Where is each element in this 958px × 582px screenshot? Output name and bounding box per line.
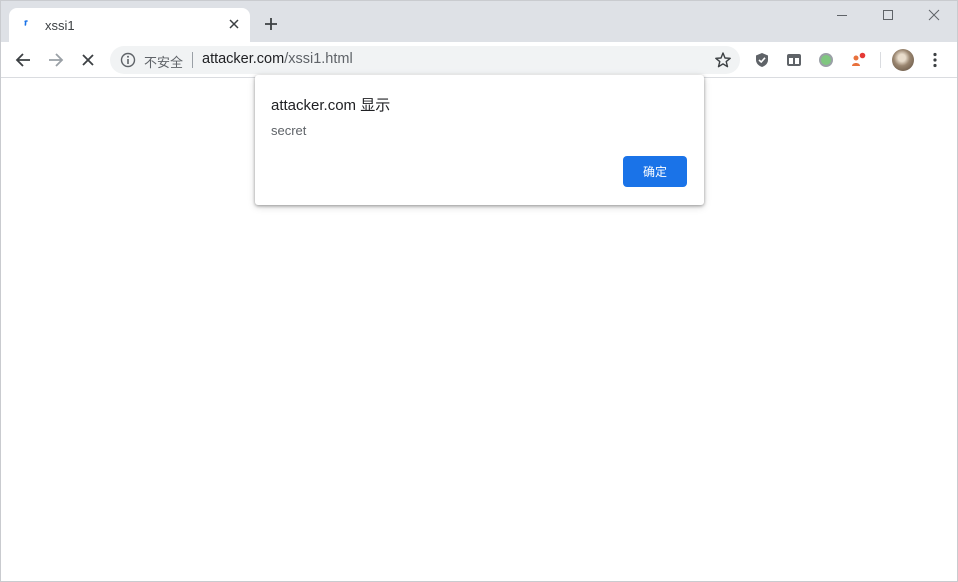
dialog-title: attacker.com 显示: [271, 97, 391, 114]
maximize-icon[interactable]: [865, 1, 911, 29]
tab-active[interactable]: xssi1: [9, 8, 250, 42]
url-path: /xssi1.html: [284, 51, 353, 67]
plus-icon: [265, 18, 277, 30]
more-menu-icon[interactable]: [926, 51, 944, 69]
url-host: attacker.com: [202, 51, 285, 67]
close-icon[interactable]: [911, 1, 957, 29]
omnibox-divider: [192, 52, 193, 68]
window-controls: [819, 1, 957, 31]
tab-strip: xssi1: [1, 1, 957, 42]
ok-button[interactable]: 确定: [623, 156, 687, 187]
stop-loading-button[interactable]: [76, 48, 100, 72]
url-text[interactable]: attacker.com/xssi1.html: [202, 51, 353, 67]
tab-close-icon[interactable]: [226, 16, 242, 32]
bookmark-star-icon[interactable]: [714, 51, 732, 69]
privacy-badger-icon[interactable]: [753, 51, 771, 69]
browser-toolbar: 不安全 attacker.com/xssi1.html: [1, 42, 957, 78]
loading-spinner-icon: [21, 19, 33, 31]
arrow-left-icon: [15, 53, 30, 67]
notification-extension-icon[interactable]: [849, 51, 867, 69]
browser-window: xssi1 不安全 attacker.com/xssi1.html attack…: [0, 0, 958, 582]
alert-dialog: attacker.com 显示 secret 确定: [255, 75, 704, 205]
arrow-right-icon: [49, 53, 64, 67]
new-tab-button[interactable]: [261, 14, 281, 34]
profile-avatar[interactable]: [892, 49, 914, 71]
dialog-message: secret: [271, 123, 307, 138]
minimize-icon[interactable]: [819, 1, 865, 29]
green-circle-extension-icon[interactable]: [817, 51, 835, 69]
tab-manager-icon[interactable]: [785, 51, 803, 69]
tab-title: xssi1: [45, 18, 75, 33]
toolbar-divider: [880, 52, 881, 68]
close-icon: [82, 54, 94, 66]
back-button[interactable]: [11, 48, 35, 72]
address-bar[interactable]: 不安全 attacker.com/xssi1.html: [110, 46, 740, 74]
forward-button[interactable]: [44, 48, 68, 72]
info-icon[interactable]: [120, 52, 136, 68]
security-status-label[interactable]: 不安全: [144, 52, 183, 71]
